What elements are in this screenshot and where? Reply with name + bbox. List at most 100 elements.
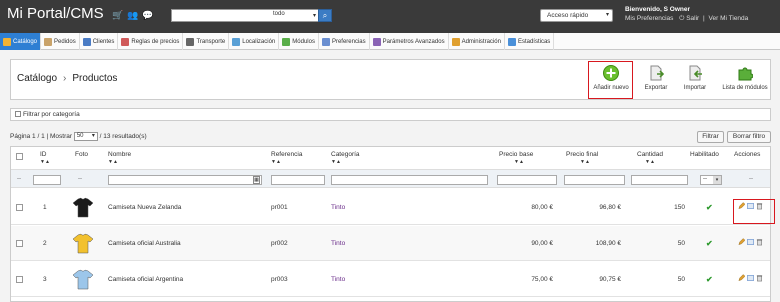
filter-base-price-input[interactable] (497, 175, 557, 185)
quick-access-select[interactable]: Acceso rápido ▾ (540, 9, 613, 22)
tab-5[interactable]: Localización (229, 33, 280, 50)
breadcrumb: Catálogo › Productos (17, 73, 117, 84)
col-quantity[interactable]: Cantidad (637, 151, 663, 158)
topbar-icons: 🛒 👥 💬 (112, 11, 153, 20)
import-button[interactable]: Importar (675, 65, 715, 97)
col-final-price[interactable]: Precio final (566, 151, 598, 158)
edit-icon[interactable] (738, 238, 745, 246)
category-filter-bar[interactable]: Filtrar por categoría (10, 108, 771, 121)
row-name[interactable]: Camiseta Nueva Zelanda (108, 204, 181, 211)
row-name[interactable]: Camiseta oficial Argentina (108, 276, 183, 283)
search-box: todo ▾ ⌕ (171, 9, 332, 22)
filter-final-price-input[interactable] (564, 175, 625, 185)
sort-arrows-icon[interactable]: ▼▲ (580, 159, 590, 165)
per-page-value: 50 (76, 133, 84, 139)
filter-dash: -- (749, 176, 753, 182)
filter-name-input[interactable]: ▦ (108, 175, 262, 185)
module-list-button[interactable]: Lista de módulos (721, 65, 769, 97)
row-base-price: 75,00 € (531, 276, 553, 283)
tab-8[interactable]: Parámetros Avanzados (370, 33, 449, 50)
row-reference: pr003 (271, 276, 288, 283)
tab-10[interactable]: Estadísticas (505, 33, 555, 50)
row-quantity: 50 (677, 276, 685, 283)
select-all-checkbox[interactable] (16, 153, 23, 160)
tab-0[interactable]: Catálogo (0, 33, 42, 50)
col-reference[interactable]: Referencia (271, 151, 302, 158)
tab-1[interactable]: Pedidos (41, 33, 80, 50)
result-count: / 13 resultado(s) (99, 133, 147, 141)
category-filter-checkbox[interactable] (15, 111, 21, 118)
tab-3[interactable]: Reglas de precios (118, 33, 184, 50)
view-icon[interactable] (747, 274, 754, 282)
brand-title[interactable]: Mi Portal/CMS (7, 5, 104, 22)
col-id[interactable]: ID (40, 151, 47, 158)
enabled-check-icon[interactable]: ✔ (706, 275, 713, 284)
search-input[interactable] (174, 11, 270, 20)
tab-9[interactable]: Administración (449, 33, 505, 50)
tab-2[interactable]: Clientes (80, 33, 119, 50)
enabled-check-icon[interactable]: ✔ (706, 239, 713, 248)
table-row[interactable]: 3 Camiseta oficial Argentina pr003 Tinto 75,… (11, 262, 770, 297)
filter-enabled-select[interactable]: -- ▾ (700, 175, 722, 185)
view-icon[interactable] (747, 238, 754, 246)
export-button[interactable]: Exportar (636, 65, 676, 97)
row-checkbox[interactable] (16, 240, 23, 247)
edit-icon[interactable] (738, 274, 745, 282)
tab-icon (451, 37, 460, 46)
my-preferences-link[interactable]: Mis Preferencias (625, 15, 673, 22)
tab-7[interactable]: Preferencias (319, 33, 370, 50)
filter-dash: -- (17, 176, 21, 182)
row-reference: pr002 (271, 240, 288, 247)
filter-quantity-input[interactable] (631, 175, 688, 185)
search-scope-select[interactable]: todo ▾ (273, 11, 318, 21)
col-name[interactable]: Nombre (108, 151, 131, 158)
row-category[interactable]: Tinto (331, 204, 345, 211)
sort-arrows-icon[interactable]: ▼▲ (108, 159, 118, 165)
reset-filter-button[interactable]: Borrar filtro (727, 131, 771, 143)
row-checkbox[interactable] (16, 276, 23, 283)
row-category[interactable]: Tinto (331, 240, 345, 247)
col-category[interactable]: Categoría (331, 151, 360, 158)
per-page-select[interactable]: 50 ▾ (73, 132, 98, 141)
enabled-check-icon[interactable]: ✔ (706, 203, 713, 212)
sort-arrows-icon[interactable]: ▼▲ (331, 159, 341, 165)
tab-icon (186, 37, 195, 46)
logout-link[interactable]: Salir (686, 15, 699, 22)
shirt-thumbnail[interactable] (72, 196, 94, 218)
puzzle-icon (738, 67, 754, 81)
filter-button[interactable]: Filtrar (697, 131, 724, 143)
sort-arrows-icon[interactable]: ▼▲ (514, 159, 524, 165)
tab-6[interactable]: Módulos (279, 33, 319, 50)
row-checkbox[interactable] (16, 204, 23, 211)
sort-arrows-icon[interactable]: ▼▲ (271, 159, 281, 165)
delete-icon[interactable] (756, 274, 763, 282)
messages-icon[interactable]: 💬 (142, 11, 153, 20)
row-final-price: 108,90 € (595, 240, 621, 247)
module-list-label: Lista de módulos (722, 85, 768, 91)
sort-arrows-icon[interactable]: ▼▲ (40, 159, 50, 165)
row-name[interactable]: Camiseta oficial Australia (108, 240, 181, 247)
filter-category-input[interactable] (331, 175, 488, 185)
search-button[interactable]: ⌕ (318, 9, 332, 22)
tab-label: Parámetros Avanzados (382, 38, 445, 45)
col-actions: Acciones (734, 151, 761, 158)
cart-icon[interactable]: 🛒 (112, 11, 123, 20)
shirt-thumbnail[interactable] (72, 232, 94, 254)
view-shop-link[interactable]: Ver Mi Tienda (709, 15, 749, 22)
row-category[interactable]: Tinto (331, 276, 345, 283)
filter-reference-input[interactable] (271, 175, 325, 185)
table-row[interactable]: 1 Camiseta Nueva Zelanda pr001 Tinto 80,00 €… (11, 190, 770, 225)
table-row[interactable]: 2 Camiseta oficial Australia pr002 Tinto 90,… (11, 226, 770, 261)
delete-icon[interactable] (756, 238, 763, 246)
tab-4[interactable]: Transporte (183, 33, 230, 50)
filter-dash: -- (703, 176, 707, 182)
customers-icon[interactable]: 👥 (127, 11, 138, 20)
highlight-actions (733, 199, 775, 224)
sort-arrows-icon[interactable]: ▼▲ (645, 159, 655, 165)
breadcrumb-catalog[interactable]: Catálogo (17, 73, 57, 84)
calendar-icon[interactable]: ▦ (253, 176, 260, 184)
shirt-thumbnail[interactable] (72, 268, 94, 290)
filter-id-input[interactable] (33, 175, 61, 185)
row-reference: pr001 (271, 204, 288, 211)
col-base-price[interactable]: Precio base (499, 151, 533, 158)
